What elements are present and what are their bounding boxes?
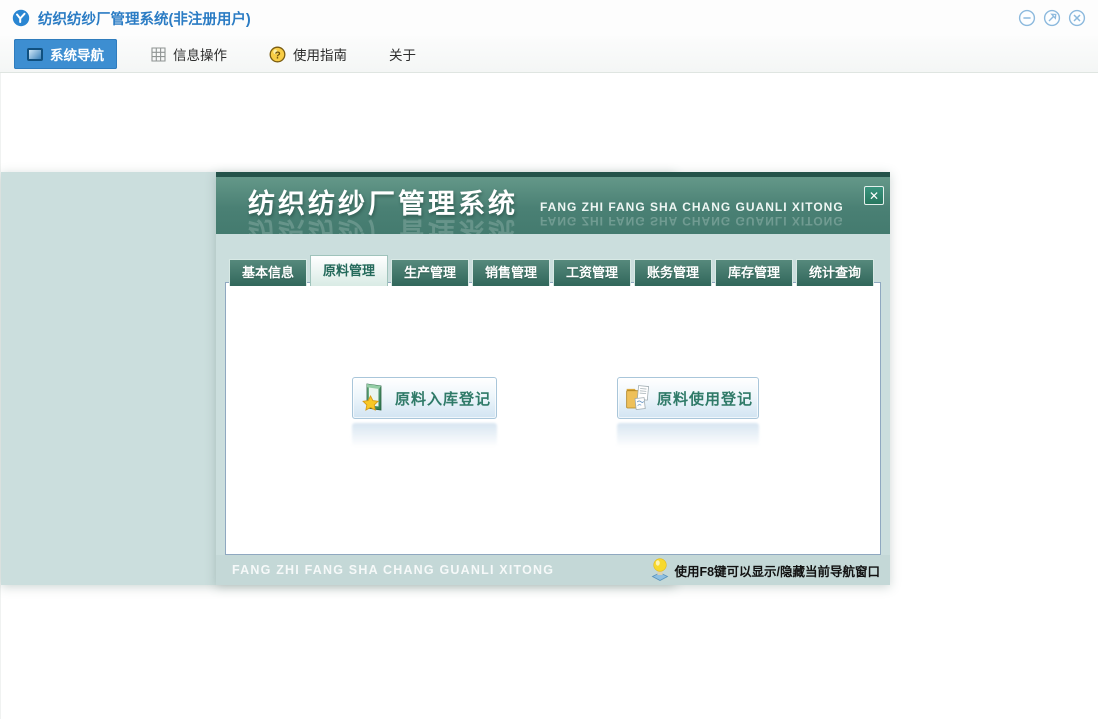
footer-tip-text: 使用F8键可以显示/隐藏当前导航窗口 [674,564,880,579]
dialog-content-panel [225,282,881,555]
dialog-subtitle-reflection: FANG ZHI FANG SHA CHANG GUANLI XITONG [540,214,844,228]
window-title: 纺织纺纱厂管理系统(非注册用户) [38,11,251,28]
coin-icon: ? [269,46,286,62]
button-reflection [617,423,759,447]
window-controls [1018,9,1086,27]
footer-latin-text: FANG ZHI FANG SHA CHANG GUANLI XITONG [232,563,555,577]
raw-material-usage-button[interactable]: 原料使用登记 [617,377,759,419]
monitor-icon [27,47,43,61]
lightbulb-icon [652,558,669,581]
green-folder-star-icon [362,383,382,411]
tab-inventory[interactable]: 库存管理 [715,259,793,286]
toolbar-item-system-nav[interactable]: 系统导航 [14,39,117,69]
toolbar-item-user-guide[interactable]: ? 使用指南 [261,39,355,69]
toolbar-item-about[interactable]: 关于 [381,39,424,69]
toolbar-item-label: 关于 [389,48,416,63]
action-button-label: 原料使用登记 [656,390,753,408]
dialog-tab-bar: 基本信息 原料管理 生产管理 销售管理 工资管理 账务管理 库存管理 统计查询 [229,255,877,286]
minimize-button-icon[interactable] [1018,9,1036,27]
tab-wages[interactable]: 工资管理 [553,259,631,286]
footer-tip: 使用F8键可以显示/隐藏当前导航窗口 [650,557,880,583]
tab-raw-material[interactable]: 原料管理 [310,255,388,286]
yellow-folder-docs-icon [626,385,649,410]
toolbar-item-label: 系统导航 [50,48,104,63]
tab-statistics[interactable]: 统计查询 [796,259,874,286]
app-logo-icon [12,9,30,27]
tab-basic-info[interactable]: 基本信息 [229,259,307,286]
toolbar-item-info-ops[interactable]: 信息操作 [143,39,235,69]
navigator-dialog: 纺织纺纱厂管理系统 纺织纺纱厂管理系统 FANG ZHI FANG SHA CH… [216,172,890,585]
dialog-header: 纺织纺纱厂管理系统 纺织纺纱厂管理系统 FANG ZHI FANG SHA CH… [216,177,890,234]
dialog-title-reflection: 纺织纺纱厂管理系统 [248,216,518,234]
tab-sales[interactable]: 销售管理 [472,259,550,286]
raw-material-inbound-button[interactable]: 原料入库登记 [352,377,497,419]
close-button-icon[interactable] [1068,9,1086,27]
svg-text:?: ? [275,50,281,61]
toolbar-item-label: 信息操作 [173,48,227,63]
app-window: 纺织纺纱厂管理系统(非注册用户) 系统导航 信息操作 ? 使用指南 关于 纺织纺… [0,0,1098,719]
grid-icon [151,46,166,62]
dialog-footer: FANG ZHI FANG SHA CHANG GUANLI XITONG 使用… [216,555,890,585]
tab-accounting[interactable]: 账务管理 [634,259,712,286]
tab-production[interactable]: 生产管理 [391,259,469,286]
dialog-close-icon[interactable]: ✕ [864,186,884,205]
action-button-label: 原料入库登记 [394,390,491,408]
toolbar-item-label: 使用指南 [293,48,347,63]
window-titlebar: 纺织纺纱厂管理系统(非注册用户) [0,0,1098,36]
dialog-subtitle: FANG ZHI FANG SHA CHANG GUANLI XITONG [540,200,844,214]
main-toolbar: 系统导航 信息操作 ? 使用指南 关于 [0,36,1098,73]
maximize-button-icon[interactable] [1043,9,1061,27]
button-reflection [352,423,497,447]
